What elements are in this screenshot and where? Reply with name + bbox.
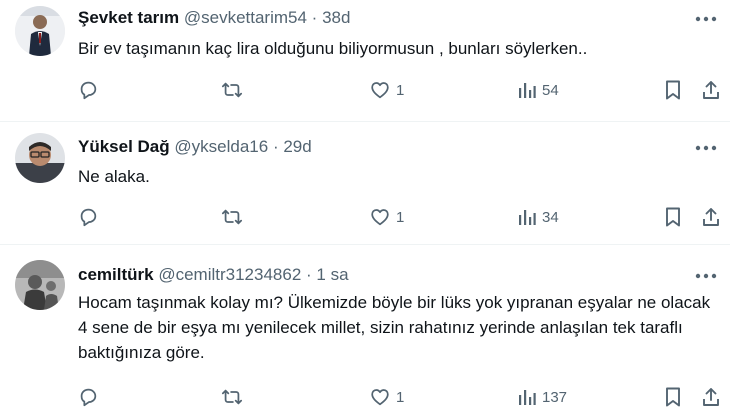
heart-icon	[371, 82, 389, 99]
timestamp[interactable]: 38d	[322, 8, 350, 27]
more-horizontal-icon	[695, 273, 717, 279]
tweet-header: cemiltürk @cemiltr31234862 · 1 sa	[78, 264, 349, 286]
views-chart-icon	[519, 390, 536, 405]
tweet-actions: 1 34	[72, 202, 722, 232]
avatar[interactable]	[15, 133, 65, 183]
like-button[interactable]: 1	[369, 202, 404, 232]
more-horizontal-icon	[695, 145, 717, 151]
tweet[interactable]: Şevket tarım @sevkettarim54 · 38d Bir ev…	[0, 0, 730, 120]
user-handle[interactable]: @cemiltr31234862	[158, 265, 301, 284]
share-button[interactable]	[701, 75, 721, 105]
like-button[interactable]: 1	[369, 382, 404, 412]
views-button[interactable]: 54	[517, 75, 559, 105]
reply-icon	[80, 388, 97, 407]
more-options-button[interactable]	[692, 138, 720, 158]
bookmark-icon	[666, 387, 680, 407]
retweet-icon	[221, 82, 243, 98]
retweet-icon	[221, 209, 243, 225]
reply-button[interactable]	[77, 75, 99, 105]
display-name[interactable]: Şevket tarım	[78, 8, 179, 27]
views-chart-icon	[519, 83, 536, 98]
share-icon	[703, 208, 719, 226]
more-options-button[interactable]	[692, 9, 720, 29]
views-button[interactable]: 137	[517, 382, 567, 412]
separator-dot: ·	[272, 137, 279, 156]
user-handle[interactable]: @ykselda16	[174, 137, 268, 156]
bookmark-button[interactable]	[663, 75, 683, 105]
share-button[interactable]	[701, 382, 721, 412]
like-count: 1	[396, 81, 405, 99]
retweet-button[interactable]	[220, 75, 244, 105]
views-count: 54	[542, 81, 559, 99]
more-horizontal-icon	[695, 16, 717, 22]
heart-icon	[371, 389, 389, 406]
bookmark-icon	[666, 80, 680, 100]
display-name[interactable]: cemiltürk	[78, 265, 154, 284]
retweet-icon	[221, 389, 243, 405]
avatar[interactable]	[15, 6, 65, 56]
display-name[interactable]: Yüksel Dağ	[78, 137, 170, 156]
like-count: 1	[396, 208, 405, 226]
timestamp[interactable]: 29d	[283, 137, 311, 156]
tweet-header: Şevket tarım @sevkettarim54 · 38d	[78, 7, 350, 29]
views-chart-icon	[519, 210, 536, 225]
share-icon	[703, 388, 719, 406]
more-options-button[interactable]	[692, 266, 720, 286]
tweet[interactable]: Yüksel Dağ @ykselda16 · 29d Ne alaka. 1 …	[0, 122, 730, 242]
tweet-actions: 1 54	[72, 75, 722, 105]
retweet-button[interactable]	[220, 382, 244, 412]
views-button[interactable]: 34	[517, 202, 559, 232]
tweet[interactable]: cemiltürk @cemiltr31234862 · 1 sa Hocam …	[0, 245, 730, 420]
tweet-actions: 1 137	[72, 382, 722, 412]
tweet-text: Bir ev taşımanın kaç lira olduğunu biliy…	[78, 39, 588, 58]
timestamp[interactable]: 1 sa	[316, 265, 348, 284]
heart-icon	[371, 209, 389, 226]
separator-dot: ·	[306, 265, 312, 284]
bookmark-button[interactable]	[663, 382, 683, 412]
views-count: 137	[542, 388, 568, 406]
avatar[interactable]	[15, 260, 65, 310]
reply-button[interactable]	[77, 382, 99, 412]
reply-button[interactable]	[77, 202, 99, 232]
bookmark-button[interactable]	[663, 202, 683, 232]
views-count: 34	[542, 208, 559, 226]
user-handle[interactable]: @sevkettarim54	[184, 8, 307, 27]
tweet-header: Yüksel Dağ @ykselda16 · 29d	[78, 136, 312, 158]
like-count: 1	[396, 388, 405, 406]
tweet-text: Ne alaka.	[78, 167, 150, 186]
like-button[interactable]: 1	[369, 75, 404, 105]
tweet-text: Hocam taşınmak kolay mı? Ülkemizde böyle…	[78, 293, 711, 362]
share-icon	[703, 81, 719, 99]
reply-icon	[80, 208, 97, 227]
retweet-button[interactable]	[220, 202, 244, 232]
reply-icon	[80, 81, 97, 100]
separator-dot: ·	[311, 8, 318, 27]
bookmark-icon	[666, 207, 680, 227]
share-button[interactable]	[701, 202, 721, 232]
